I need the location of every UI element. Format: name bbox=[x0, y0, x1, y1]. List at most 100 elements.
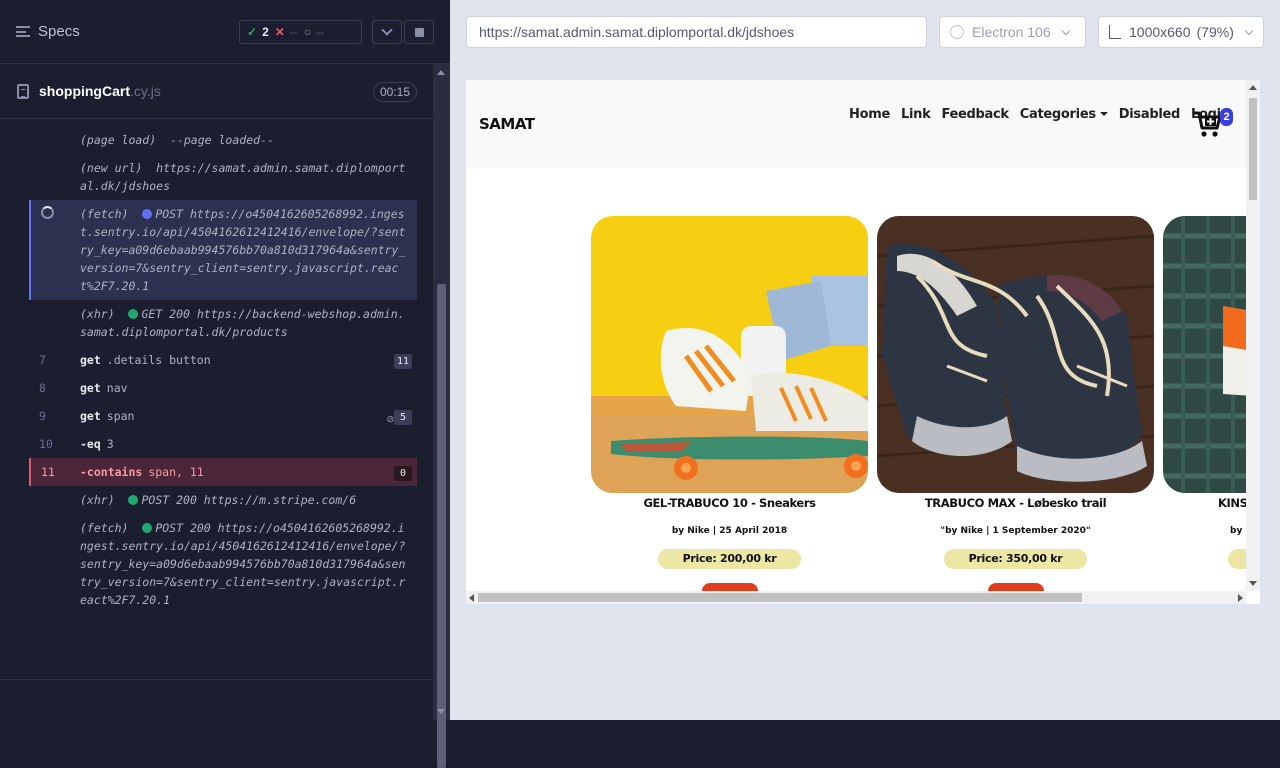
log-number: 8 bbox=[39, 381, 46, 395]
log-cmd: -contains bbox=[80, 465, 143, 479]
log-cmd: (fetch) bbox=[80, 521, 129, 535]
log-cmd: get bbox=[80, 381, 101, 395]
aut-vertical-scrollbar[interactable] bbox=[1246, 80, 1260, 591]
log-arg: span, 11 bbox=[148, 465, 204, 479]
log-row[interactable]: 9 get span ⊘ 5 bbox=[29, 402, 417, 430]
chevron-down-icon bbox=[381, 24, 393, 36]
nav-link[interactable]: Link bbox=[901, 107, 931, 122]
url-field[interactable]: https://samat.admin.samat.diplomportal.d… bbox=[466, 16, 927, 48]
log-cmd: get bbox=[80, 353, 101, 367]
spec-file-name: shoppingCart bbox=[39, 83, 130, 99]
ruler-icon bbox=[1109, 25, 1121, 39]
auto-scroll-button[interactable] bbox=[372, 20, 402, 44]
match-count-badge: 5 bbox=[394, 410, 412, 425]
success-dot-icon bbox=[142, 523, 153, 533]
check-icon: ✓ bbox=[247, 25, 258, 39]
passed-stat: ✓ 2 bbox=[247, 25, 269, 39]
log-arg: .details button bbox=[106, 353, 211, 367]
site-nav-links: Home Link Feedback Categories Disabled L… bbox=[849, 107, 1230, 122]
aut-horizontal-scrollbar[interactable] bbox=[466, 591, 1246, 604]
product-title: TRABUCO MAX - Løbesko trail bbox=[924, 496, 1107, 510]
failed-count: -- bbox=[289, 25, 298, 39]
chevron-down-icon bbox=[1061, 26, 1070, 35]
scrollbar-thumb[interactable] bbox=[1249, 98, 1257, 200]
divider bbox=[0, 679, 433, 680]
log-arg: POST 200 https://m.stripe.com/6 bbox=[141, 493, 357, 507]
log-row-failed[interactable]: 11 -contains span, 11 0 bbox=[29, 458, 417, 486]
specs-label: Specs bbox=[38, 23, 80, 40]
viewport-size: 1000x660 bbox=[1129, 24, 1191, 40]
log-arg: span bbox=[106, 409, 135, 423]
run-duration: 00:15 bbox=[372, 82, 417, 102]
pending-stat: ○ -- bbox=[304, 25, 324, 39]
shopping-cart-icon[interactable] bbox=[1193, 110, 1223, 138]
log-row[interactable]: 10 -eq 3 bbox=[29, 430, 417, 458]
reporter-panel: Specs ✓ 2 ✕ -- ○ -- shoppingCart .cy.js 00:1… bbox=[0, 0, 450, 768]
site-navbar: SAMAT Home Link Feedback Categories Disa… bbox=[466, 80, 1246, 168]
spec-file-header[interactable]: shoppingCart .cy.js 00:15 bbox=[0, 64, 433, 119]
log-arg: POST https://o4504162605268992.ingest.se… bbox=[80, 207, 406, 293]
eye-slash-icon: ⊘ bbox=[386, 412, 394, 426]
command-log: (page load) --page loaded-- (new url) ht… bbox=[29, 126, 417, 614]
log-row[interactable]: (new url) https://samat.admin.samat.dipl… bbox=[29, 154, 417, 200]
file-icon bbox=[17, 83, 29, 99]
log-row[interactable]: (xhr) GET 200 https://backend-webshop.ad… bbox=[29, 300, 417, 346]
pending-dot-icon bbox=[142, 209, 153, 219]
scroll-up-icon bbox=[437, 70, 445, 75]
scroll-up-icon bbox=[1249, 85, 1257, 90]
product-price: Price: 350,00 kr bbox=[944, 549, 1087, 569]
product-byline: "by Nike | 1 September 2020" bbox=[940, 526, 1091, 536]
scrollbar-thumb[interactable] bbox=[478, 593, 1082, 602]
nav-home[interactable]: Home bbox=[849, 107, 890, 122]
scroll-down-icon bbox=[437, 709, 445, 714]
nav-feedback[interactable]: Feedback bbox=[941, 107, 1009, 122]
success-dot-icon bbox=[128, 495, 139, 505]
log-number: 7 bbox=[39, 353, 46, 367]
pending-count: -- bbox=[316, 25, 325, 39]
log-cmd: -eq bbox=[80, 437, 101, 451]
scrollbar-thumb[interactable] bbox=[437, 284, 446, 768]
log-row[interactable]: 7 get .details button 11 bbox=[29, 346, 417, 374]
log-row-active[interactable]: (fetch) POST https://o4504162605268992.i… bbox=[29, 200, 417, 300]
nav-categories[interactable]: Categories bbox=[1020, 107, 1108, 122]
product-card[interactable]: TRABUCO MAX - Løbesko trail "by Nike | 1… bbox=[877, 216, 1154, 599]
viewport-zoom: (79%) bbox=[1196, 24, 1234, 40]
aut-iframe: SAMAT Home Link Feedback Categories Disa… bbox=[466, 80, 1260, 604]
log-arg: nav bbox=[106, 381, 128, 395]
pending-icon: ○ bbox=[303, 25, 312, 39]
browser-select[interactable]: Electron 106 bbox=[939, 16, 1086, 48]
reporter-scrollbar[interactable] bbox=[433, 64, 450, 768]
log-arg: --page loaded-- bbox=[170, 133, 274, 147]
cart-count-badge: 2 bbox=[1220, 108, 1233, 126]
site-brand[interactable]: SAMAT bbox=[479, 115, 535, 133]
product-card[interactable]: GEL-TRABUCO 10 - Sneakers by Nike | 25 A… bbox=[591, 216, 868, 599]
product-title: GEL-TRABUCO 10 - Sneakers bbox=[643, 496, 816, 510]
match-count-badge: 0 bbox=[394, 466, 412, 481]
viewport-button[interactable]: 1000x660 (79%) bbox=[1098, 16, 1264, 48]
chevron-down-icon bbox=[1244, 26, 1254, 35]
product-price: Price: 200,00 kr bbox=[658, 549, 801, 569]
log-row[interactable]: 8 get nav bbox=[29, 374, 417, 402]
log-row[interactable]: (page load) --page loaded-- bbox=[29, 126, 417, 154]
electron-icon bbox=[950, 25, 964, 39]
nav-disabled: Disabled bbox=[1118, 107, 1181, 122]
log-row[interactable]: (fetch) POST 200 https://o45041626052689… bbox=[29, 514, 417, 614]
stop-button[interactable] bbox=[404, 20, 434, 44]
log-cmd: get bbox=[80, 409, 101, 423]
spec-file-ext: .cy.js bbox=[130, 83, 161, 99]
failed-stat: ✕ -- bbox=[275, 25, 298, 39]
scroll-left-icon bbox=[469, 594, 474, 602]
match-count-badge: 11 bbox=[393, 354, 412, 369]
specs-toggle[interactable]: Specs bbox=[16, 23, 80, 40]
log-cmd: (xhr) bbox=[80, 307, 115, 321]
x-icon: ✕ bbox=[274, 25, 285, 39]
log-number: 11 bbox=[41, 465, 55, 479]
scroll-right-icon bbox=[1238, 594, 1243, 602]
menu-icon bbox=[16, 26, 30, 37]
log-number: 10 bbox=[39, 437, 53, 451]
stop-icon bbox=[414, 27, 424, 37]
browser-name: Electron 106 bbox=[972, 24, 1051, 40]
log-cmd: (xhr) bbox=[80, 493, 115, 507]
scroll-down-icon bbox=[1249, 581, 1257, 586]
log-row[interactable]: (xhr) POST 200 https://m.stripe.com/6 bbox=[29, 486, 417, 514]
